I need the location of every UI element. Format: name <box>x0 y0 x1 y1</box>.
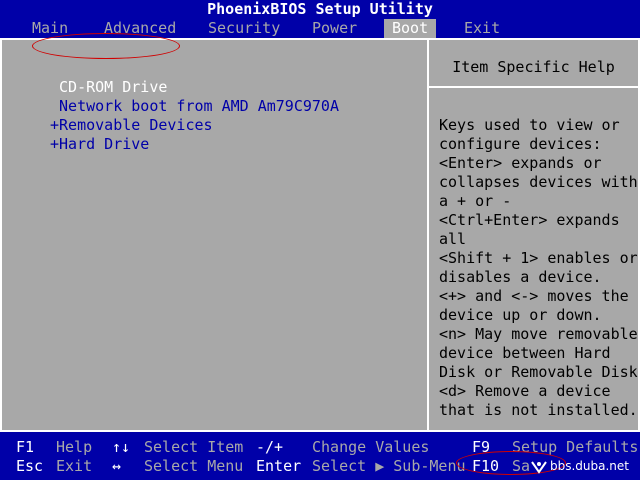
help-line: device between Hard <box>439 344 611 362</box>
help-line: collapses devices with <box>439 173 638 191</box>
key-esc[interactable]: Esc <box>16 457 43 476</box>
window-title: PhoenixBIOS Setup Utility <box>207 0 433 18</box>
key-updown-arrows: ↑↓ <box>112 438 131 456</box>
help-line: <n> May move removable <box>439 325 638 343</box>
key-leftright-arrows: ↔ <box>112 457 122 475</box>
main-panel: CD-ROM Drive Network boot from AMD Am79C… <box>0 38 640 432</box>
key-enter-desc: Select ▶ Sub-Menu <box>312 457 466 475</box>
key-updown-desc: Select Item <box>144 438 244 456</box>
help-line: a + or - <box>439 192 512 210</box>
help-line: <+> and <-> moves the <box>439 287 629 305</box>
key-f1[interactable]: F1 <box>16 438 34 457</box>
boot-item-removable[interactable]: +Removable Devices <box>50 116 213 135</box>
watermark-text: bbs.duba.net <box>550 459 630 473</box>
help-line: that is not installed. <box>439 401 638 419</box>
menu-boot[interactable]: Boot <box>384 19 437 38</box>
watermark-logo-icon <box>531 461 547 474</box>
help-line: device up or down. <box>439 306 602 324</box>
boot-item-hard-drive[interactable]: +Hard Drive <box>50 135 149 154</box>
boot-order-list: CD-ROM Drive Network boot from AMD Am79C… <box>2 40 427 430</box>
boot-item-network[interactable]: Network boot from AMD Am79C970A <box>50 97 339 116</box>
help-line: <Ctrl+Enter> expands <box>439 211 620 229</box>
help-text: Keys used to view or configure devices: … <box>439 116 638 420</box>
help-line: <Shift + 1> enables or <box>439 249 638 267</box>
key-enter[interactable]: Enter <box>256 457 301 476</box>
help-line: Keys used to view or <box>439 116 620 134</box>
key-minus-plus: -/+ <box>256 438 284 456</box>
key-minus-plus-desc: Change Values <box>312 438 430 456</box>
menu-security[interactable]: Security <box>200 19 288 38</box>
menu-exit[interactable]: Exit <box>456 19 508 38</box>
help-line: configure devices: <box>439 135 602 153</box>
help-line: Disk or Removable Disk <box>439 363 638 381</box>
panel-divider <box>427 40 429 430</box>
key-leftright-desc: Select Menu <box>144 457 244 475</box>
boot-item-cdrom[interactable]: CD-ROM Drive <box>50 78 167 97</box>
annotation-circle-cdrom <box>32 33 180 59</box>
help-line: disables a device. <box>439 268 602 286</box>
help-title: Item Specific Help <box>452 58 615 76</box>
menu-power[interactable]: Power <box>304 19 365 38</box>
key-f1-desc: Help <box>56 438 93 456</box>
help-divider <box>429 86 638 88</box>
key-esc-desc: Exit <box>56 457 93 475</box>
help-line: <Enter> expands or <box>439 154 602 172</box>
help-line: <d> Remove a device <box>439 382 611 400</box>
help-line: all <box>439 230 467 248</box>
